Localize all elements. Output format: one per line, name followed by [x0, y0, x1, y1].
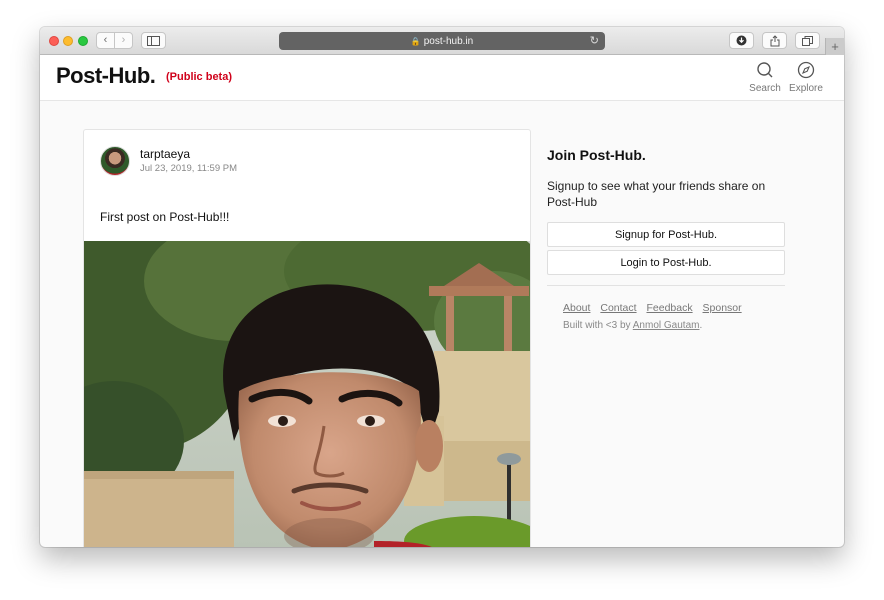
sidebar-icon	[147, 35, 160, 46]
search-link[interactable]: Search	[745, 61, 785, 94]
downloads-button[interactable]	[729, 32, 754, 49]
sidebar-divider	[547, 285, 785, 286]
reload-icon[interactable]: ↻	[590, 34, 599, 47]
credit-prefix: Built with <3 by	[563, 320, 633, 331]
avatar[interactable]	[100, 146, 130, 176]
back-forward-group: ‹ ›	[96, 32, 133, 49]
login-button[interactable]: Login to Post-Hub.	[547, 250, 785, 275]
new-tab-button[interactable]: +	[825, 38, 844, 55]
forward-icon[interactable]: ›	[114, 33, 132, 48]
footer-credit: Built with <3 by Anmol Gautam.	[563, 320, 702, 331]
address-bar[interactable]: 🔒 post-hub.in ↻	[279, 32, 605, 50]
beta-badge: (Public beta)	[166, 71, 233, 83]
credit-suffix: .	[699, 320, 703, 331]
download-icon	[736, 35, 747, 46]
explore-label: Explore	[789, 83, 823, 94]
post-photo	[84, 241, 530, 547]
back-icon[interactable]: ‹	[97, 33, 114, 48]
browser-window: ‹ › 🔒 post-hub.in ↻ + Post-Hub. (Public …	[40, 27, 844, 547]
tabs-icon	[802, 35, 813, 46]
search-label: Search	[749, 83, 781, 94]
share-button[interactable]	[762, 32, 787, 49]
site-logo[interactable]: Post-Hub.	[56, 63, 156, 89]
sidebar-toggle-button[interactable]	[141, 32, 166, 49]
credit-author-link[interactable]: Anmol Gautam	[633, 320, 700, 331]
zoom-window-button[interactable]	[78, 36, 88, 46]
signup-button[interactable]: Signup for Post-Hub.	[547, 222, 785, 247]
footer-link-feedback[interactable]: Feedback	[646, 302, 692, 314]
lock-icon: 🔒	[410, 36, 421, 46]
compass-icon	[797, 61, 815, 79]
minimize-window-button[interactable]	[63, 36, 73, 46]
browser-toolbar: ‹ › 🔒 post-hub.in ↻ +	[40, 27, 844, 55]
explore-link[interactable]: Explore	[786, 61, 826, 94]
post-caption: First post on Post-Hub!!!	[100, 210, 230, 224]
footer-link-sponsor[interactable]: Sponsor	[703, 302, 742, 314]
footer-links: About Contact Feedback Sponsor	[563, 302, 749, 314]
post-card: tarptaeya Jul 23, 2019, 11:59 PM First p…	[83, 129, 531, 547]
footer-link-contact[interactable]: Contact	[600, 302, 636, 314]
join-description: Signup to see what your friends share on…	[547, 179, 766, 209]
post-photo-image	[84, 241, 530, 547]
post-timestamp: Jul 23, 2019, 11:59 PM	[140, 163, 237, 174]
search-icon	[757, 62, 773, 78]
close-window-button[interactable]	[49, 36, 59, 46]
url-text: post-hub.in	[423, 35, 474, 47]
share-icon	[770, 34, 779, 46]
tab-overview-button[interactable]	[795, 32, 820, 49]
join-title: Join Post-Hub.	[547, 147, 646, 163]
footer-link-about[interactable]: About	[563, 302, 590, 314]
site-header: Post-Hub. (Public beta) Search Explore	[40, 55, 844, 101]
post-username[interactable]: tarptaeya	[140, 147, 190, 161]
